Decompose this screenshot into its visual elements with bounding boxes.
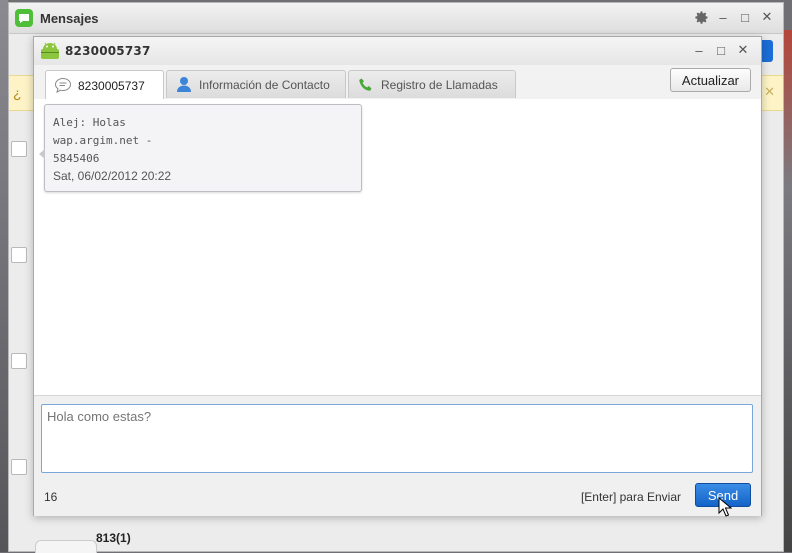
desktop-background-left bbox=[0, 0, 8, 552]
message-bubble[interactable]: Alej: Holas wap.argim.net - 5845406 Sat,… bbox=[39, 104, 362, 192]
conversation-window-controls: – □ ✕ bbox=[691, 41, 751, 59]
tab-label: 8230005737 bbox=[78, 78, 145, 93]
conversation-window: 8230005737 – □ ✕ 8230005737 Información … bbox=[33, 36, 762, 516]
notice-text: ¿ bbox=[13, 85, 22, 101]
chat-bubble-icon bbox=[54, 77, 72, 95]
maximize-button[interactable]: □ bbox=[713, 41, 729, 59]
char-count: 16 bbox=[44, 490, 58, 504]
messages-window-controls: – □ ✕ bbox=[693, 8, 775, 26]
conversation-checkbox[interactable] bbox=[11, 247, 27, 263]
conversation-checkbox[interactable] bbox=[11, 353, 27, 369]
conversation-titlebar: 8230005737 – □ ✕ bbox=[34, 37, 761, 65]
message-text: Alej: Holas wap.argim.net - 5845406 bbox=[53, 116, 153, 165]
message-input[interactable] bbox=[41, 404, 753, 473]
bubble-tail bbox=[39, 149, 45, 159]
refresh-button[interactable]: Actualizar bbox=[669, 68, 751, 92]
tab-call-log[interactable]: Registro de Llamadas bbox=[348, 70, 516, 98]
tab-conversation[interactable]: 8230005737 bbox=[45, 70, 164, 100]
mouse-pointer-icon bbox=[718, 497, 732, 517]
android-icon bbox=[41, 42, 59, 59]
minimize-button[interactable]: – bbox=[691, 41, 707, 59]
desktop-background-right bbox=[784, 30, 792, 552]
avatar bbox=[35, 540, 97, 553]
messages-app-icon bbox=[15, 9, 33, 27]
minimize-button[interactable]: – bbox=[715, 8, 731, 26]
notice-close-icon[interactable]: ✕ bbox=[764, 84, 775, 100]
maximize-button[interactable]: □ bbox=[737, 8, 753, 26]
gear-icon[interactable] bbox=[693, 8, 709, 26]
message-thread[interactable]: Alej: Holas wap.argim.net - 5845406 Sat,… bbox=[34, 99, 761, 395]
tab-contact-info[interactable]: Información de Contacto bbox=[166, 70, 346, 98]
messages-window-title: Mensajes bbox=[40, 11, 99, 26]
conversation-contact-name[interactable]: 813(1) bbox=[96, 531, 131, 545]
conversation-checkbox[interactable] bbox=[11, 459, 27, 475]
conversation-tabs: 8230005737 Información de Contacto Regis… bbox=[34, 68, 761, 100]
person-icon bbox=[175, 76, 193, 94]
compose-area: 16 [Enter] para Enviar Send bbox=[34, 395, 761, 516]
messages-titlebar: Mensajes – □ ✕ bbox=[9, 3, 783, 34]
conversation-title: 8230005737 bbox=[65, 44, 151, 58]
tab-label: Información de Contacto bbox=[199, 77, 330, 92]
tab-label: Registro de Llamadas bbox=[381, 77, 498, 92]
close-button[interactable]: ✕ bbox=[735, 41, 751, 59]
close-button[interactable]: ✕ bbox=[759, 8, 775, 26]
message-timestamp: Sat, 06/02/2012 20:22 bbox=[53, 169, 172, 183]
enter-to-send-hint: [Enter] para Enviar bbox=[580, 490, 681, 504]
conversation-checkbox[interactable] bbox=[11, 141, 27, 157]
phone-icon bbox=[357, 76, 375, 94]
